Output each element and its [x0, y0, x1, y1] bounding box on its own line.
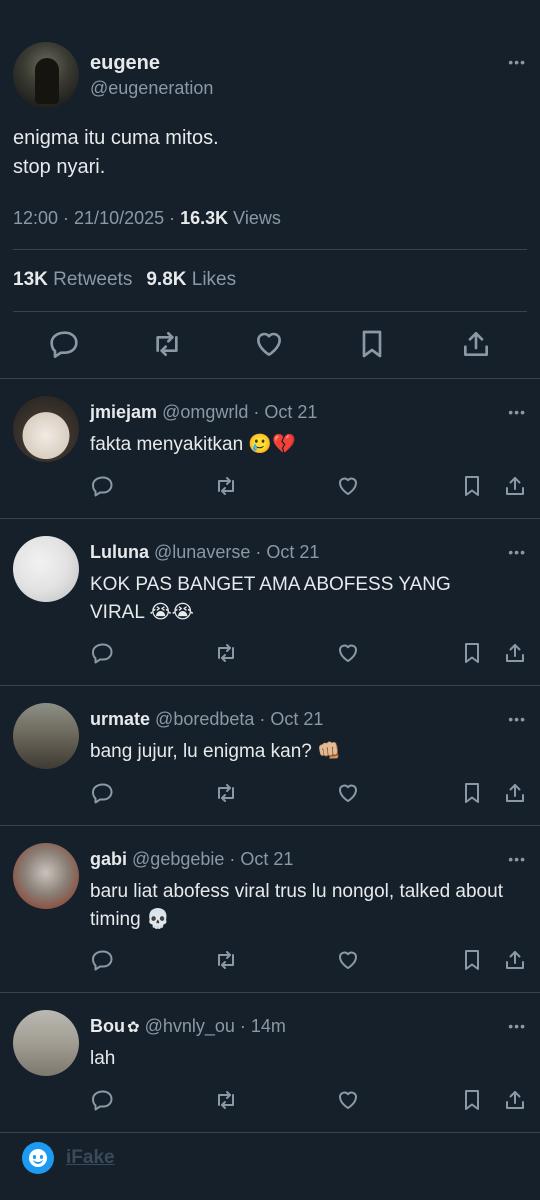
retweet-icon[interactable] [151, 328, 183, 360]
retweet-icon[interactable] [214, 641, 238, 665]
tweet-detail-page: eugene @eugeneration ••• enigma itu cuma… [0, 0, 540, 1200]
retweet-icon[interactable] [214, 1088, 238, 1112]
reply-icon[interactable] [91, 1088, 115, 1112]
share-icon[interactable] [503, 781, 527, 805]
reply-text: KOK PAS BANGET AMA ABOFESS YANG VIRAL 😭😭 [90, 574, 451, 623]
smiley-logo-icon [22, 1142, 54, 1174]
reply-author-name[interactable]: jmiejam [90, 402, 157, 422]
avatar[interactable] [13, 1010, 79, 1076]
reply-tweet[interactable]: gabi @gebgebie · Oct 21 ••• baru liat ab… [0, 827, 540, 993]
reply-tweet[interactable]: Luluna @lunaverse · Oct 21 ••• KOK PAS B… [0, 520, 540, 686]
reply-header: urmate @boredbeta · Oct 21 [90, 709, 323, 730]
reply-tweet[interactable]: Bou ✿ @hvnly_ou · 14m ••• lah [0, 994, 540, 1133]
more-options-icon[interactable]: ••• [508, 711, 526, 727]
reply-actions [0, 641, 540, 667]
reply-tweet[interactable]: urmate @boredbeta · Oct 21 ••• bang juju… [0, 687, 540, 826]
bookmark-icon[interactable] [460, 948, 484, 972]
reply-icon[interactable] [91, 781, 115, 805]
like-icon[interactable] [336, 781, 360, 805]
reply-header: jmiejam @omgwrld · Oct 21 [90, 402, 317, 423]
reply-handle-date[interactable]: @lunaverse · Oct 21 [154, 542, 319, 562]
like-icon[interactable] [336, 474, 360, 498]
likes-stat[interactable]: 9.8K Likes [146, 269, 236, 290]
more-options-icon[interactable]: ••• [508, 1018, 526, 1034]
reply-actions [0, 1088, 540, 1114]
bookmark-icon[interactable] [460, 474, 484, 498]
reply-text: bang jujur, lu enigma kan? 👊🏼 [90, 741, 341, 762]
like-icon[interactable] [336, 1088, 360, 1112]
retweet-icon[interactable] [214, 474, 238, 498]
like-icon[interactable] [336, 641, 360, 665]
more-options-icon[interactable]: ••• [508, 54, 526, 70]
flower-badge-icon: ✿ [127, 1019, 140, 1036]
reply-handle-date[interactable]: @boredbeta · Oct 21 [155, 709, 323, 729]
reply-tweet[interactable]: jmiejam @omgwrld · Oct 21 ••• fakta meny… [0, 380, 540, 519]
tweet-meta: 12:00 · 21/10/2025 · 16.3K Views [13, 208, 281, 229]
share-icon[interactable] [503, 948, 527, 972]
reply-handle-date[interactable]: @omgwrld · Oct 21 [162, 402, 317, 422]
reply-author-name[interactable]: Luluna [90, 542, 149, 562]
like-icon[interactable] [253, 328, 285, 360]
share-icon[interactable] [503, 1088, 527, 1112]
reply-icon[interactable] [91, 474, 115, 498]
reply-author-name[interactable]: Bou [90, 1016, 125, 1036]
retweets-count: 13K [13, 269, 48, 290]
tweet-text: enigma itu cuma mitos. stop nyari. [13, 127, 219, 178]
reply-icon[interactable] [91, 641, 115, 665]
reply-header: Luluna @lunaverse · Oct 21 [90, 542, 319, 563]
divider [13, 311, 527, 312]
share-icon[interactable] [460, 328, 492, 360]
divider [13, 249, 527, 250]
bookmark-icon[interactable] [356, 328, 388, 360]
reply-text: fakta menyakitkan 🥲💔 [90, 434, 296, 455]
share-icon[interactable] [503, 474, 527, 498]
reply-handle-date[interactable]: @hvnly_ou · 14m [145, 1016, 286, 1036]
reply-icon[interactable] [91, 948, 115, 972]
avatar[interactable] [13, 536, 79, 602]
reply-handle-date[interactable]: @gebgebie · Oct 21 [132, 849, 293, 869]
reply-header: Bou ✿ @hvnly_ou · 14m [90, 1016, 286, 1037]
reply-header: gabi @gebgebie · Oct 21 [90, 849, 293, 870]
author-handle[interactable]: @eugeneration [90, 78, 213, 99]
avatar[interactable] [13, 396, 79, 462]
avatar[interactable] [13, 703, 79, 769]
retweet-icon[interactable] [214, 781, 238, 805]
tweet-actions [0, 328, 540, 364]
reply-text: baru liat abofess viral trus lu nongol, … [90, 881, 503, 930]
reply-icon[interactable] [49, 328, 81, 360]
tweet-stats: 13K Retweets 9.8K Likes [13, 269, 236, 291]
watermark-brand: iFake [66, 1147, 115, 1168]
views-count: 16.3K [180, 208, 229, 228]
more-options-icon[interactable]: ••• [508, 851, 526, 867]
reply-actions [0, 781, 540, 807]
watermark: iFake [0, 1133, 540, 1200]
likes-label: Likes [186, 269, 237, 290]
retweets-label: Retweets [47, 269, 133, 290]
retweet-icon[interactable] [214, 948, 238, 972]
reply-text: lah [90, 1048, 116, 1069]
reply-actions [0, 948, 540, 974]
more-options-icon[interactable]: ••• [508, 544, 526, 560]
likes-count: 9.8K [146, 269, 187, 290]
reply-author-name[interactable]: urmate [90, 709, 150, 729]
bookmark-icon[interactable] [460, 781, 484, 805]
main-tweet: eugene @eugeneration ••• enigma itu cuma… [0, 0, 540, 379]
reply-actions [0, 474, 540, 500]
retweets-stat[interactable]: 13K Retweets [13, 269, 132, 290]
bookmark-icon[interactable] [460, 1088, 484, 1112]
author-name[interactable]: eugene [90, 52, 160, 75]
bookmark-icon[interactable] [460, 641, 484, 665]
share-icon[interactable] [503, 641, 527, 665]
views-label: Views [228, 208, 281, 228]
avatar[interactable] [13, 42, 79, 108]
reply-author-name[interactable]: gabi [90, 849, 127, 869]
avatar[interactable] [13, 843, 79, 909]
tweet-timestamp[interactable]: 12:00 · 21/10/2025 · [13, 208, 180, 228]
more-options-icon[interactable]: ••• [508, 404, 526, 420]
like-icon[interactable] [336, 948, 360, 972]
